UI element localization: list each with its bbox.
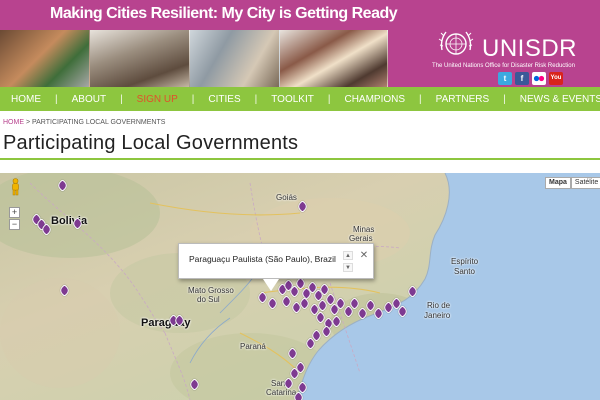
title-divider	[0, 158, 600, 160]
nav-item-sign-up[interactable]: SIGN UP	[137, 94, 178, 105]
nav-item-news-events[interactable]: NEWS & EVENTS	[520, 94, 600, 105]
breadcrumb: HOME > PARTICIPATING LOCAL GOVERNMENTS	[3, 119, 165, 126]
map-label-minas-gerais: Minas	[353, 225, 375, 234]
info-scroll-up-icon[interactable]: ▲	[343, 251, 353, 260]
map-label-parana: Paraná	[240, 342, 266, 351]
map-label-mato-grosso-do-sul: do Sul	[197, 295, 220, 304]
nav-separator: |	[503, 93, 506, 105]
info-scroll-down-icon[interactable]: ▼	[343, 263, 353, 272]
twitter-icon[interactable]: t	[498, 72, 512, 85]
map-label-minas-gerais: Gerais	[349, 234, 373, 243]
header-photo	[90, 30, 190, 87]
un-emblem-icon[interactable]	[436, 24, 476, 64]
info-window-city-name: Paraguaçu Paulista (São Paulo), Brazil	[189, 254, 336, 264]
map-label-rio-de-janeiro: Janeiro	[424, 311, 451, 320]
unisdr-subtitle: The United Nations Office for Disaster R…	[432, 63, 575, 69]
map-type-satellite-button[interactable]: Satélite	[570, 177, 600, 189]
nav-item-partners[interactable]: PARTNERS	[436, 94, 490, 105]
nav-item-home[interactable]: HOME	[11, 94, 41, 105]
facebook-icon[interactable]: f	[515, 72, 529, 85]
header-photo	[190, 30, 280, 87]
flickr-icon[interactable]	[532, 72, 546, 85]
nav-separator: |	[327, 93, 331, 105]
map-label-santa-catarina: Catarina	[266, 388, 297, 397]
youtube-icon[interactable]: You Tube	[549, 72, 563, 85]
map-type-control: Mapa Satélite	[545, 177, 600, 189]
header-photo-strip	[0, 30, 388, 87]
street-view-pegman-icon[interactable]	[10, 178, 21, 196]
header-photo	[280, 30, 388, 87]
site-title[interactable]: Making Cities Resilient: My City is Gett…	[50, 5, 398, 23]
social-links: t f You Tube	[498, 72, 563, 85]
nav-separator: |	[254, 93, 258, 105]
nav-separator: |	[191, 93, 195, 105]
city-info-window: Paraguaçu Paulista (São Paulo), Brazil ▲…	[178, 243, 374, 291]
page-title: Participating Local Governments	[3, 132, 299, 154]
map-label-rio-de-janeiro: Rio de	[427, 301, 451, 310]
nav-separator: |	[55, 93, 58, 105]
map-type-map-button[interactable]: Mapa	[545, 177, 571, 189]
nav-item-about[interactable]: ABOUT	[72, 94, 106, 105]
unisdr-logo-text[interactable]: UNISDR	[482, 35, 577, 63]
nav-item-cities[interactable]: CITIES	[208, 94, 240, 105]
close-icon[interactable]: ✕	[359, 251, 369, 261]
nav-item-champions[interactable]: CHAMPIONS	[344, 94, 405, 105]
cities-map[interactable]: Bolivia Goiás Minas Gerais Espírito Sant…	[0, 173, 600, 400]
nav-separator: |	[419, 93, 422, 105]
breadcrumb-current: PARTICIPATING LOCAL GOVERNMENTS	[31, 119, 166, 126]
nav-separator: |	[120, 93, 123, 105]
breadcrumb-separator: >	[24, 119, 32, 126]
zoom-out-button[interactable]: −	[9, 219, 20, 230]
map-label-espirito-santo: Santo	[454, 267, 475, 276]
zoom-in-button[interactable]: +	[9, 207, 20, 218]
map-label-mato-grosso-do-sul: Mato Grosso	[188, 286, 234, 295]
map-label-espirito-santo: Espírito	[451, 257, 479, 266]
header-photo	[0, 30, 90, 87]
map-label-goias: Goiás	[276, 193, 297, 202]
main-nav: HOME | ABOUT | SIGN UP | CITIES | TOOLKI…	[0, 87, 600, 111]
site-header: Making Cities Resilient: My City is Gett…	[0, 0, 600, 87]
breadcrumb-home-link[interactable]: HOME	[3, 119, 24, 126]
unisdr-logo-area: UNISDR The United Nations Office for Dis…	[388, 30, 600, 87]
nav-item-toolkit[interactable]: TOOLKIT	[271, 94, 314, 105]
